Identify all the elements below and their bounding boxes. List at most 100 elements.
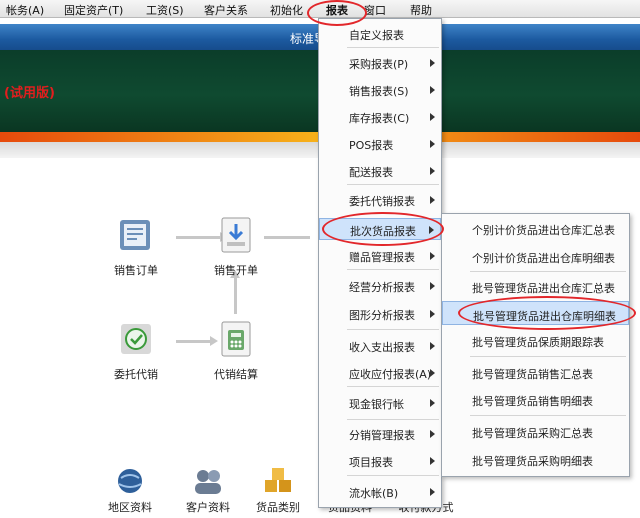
menu-item-label: 收入支出报表 <box>349 341 415 354</box>
node-consignment[interactable]: 委托代销 <box>96 318 176 382</box>
consignment-icon <box>115 318 157 360</box>
submenu-item-individual-detail[interactable]: 个别计价货品进出仓库明细表 <box>442 244 629 268</box>
menu-separator <box>347 329 439 330</box>
submenu-item-batch-shelf-life[interactable]: 批号管理货品保质期跟踪表 <box>442 328 629 352</box>
submenu-item-batch-sales-detail[interactable]: 批号管理货品销售明细表 <box>442 387 629 411</box>
menu-item-receivable-payable[interactable]: 应收应付报表(A) <box>319 362 441 384</box>
menu-separator <box>347 47 439 48</box>
menu-separator <box>347 269 439 270</box>
submenu-item-label: 批号管理货品采购汇总表 <box>472 427 593 440</box>
shortcut-region[interactable]: 地区资料 <box>90 466 170 515</box>
shortcut-customer[interactable]: 客户资料 <box>168 466 248 515</box>
submenu-arrow-icon <box>430 140 435 148</box>
users-icon <box>191 466 225 496</box>
trial-label: (试用版) <box>4 86 55 101</box>
settlement-icon <box>215 318 257 360</box>
submenu-separator <box>470 271 626 272</box>
menu-initialize[interactable]: 初始化 <box>270 2 303 18</box>
menu-payroll[interactable]: 工资(S) <box>146 2 184 18</box>
node-label: 代销结算 <box>214 368 258 381</box>
menu-item-label: 经营分析报表 <box>349 281 415 294</box>
submenu-item-batch-purchase-summary[interactable]: 批号管理货品采购汇总表 <box>442 419 629 443</box>
menu-item-inventory-report[interactable]: 库存报表(C) <box>319 106 441 128</box>
menu-separator <box>347 184 439 185</box>
submenu-separator <box>470 356 626 357</box>
submenu-item-label: 个别计价货品进出仓库汇总表 <box>472 224 615 237</box>
submenu-arrow-icon <box>430 457 435 465</box>
menu-item-project-report[interactable]: 项目报表 <box>319 450 441 472</box>
menu-item-label: 配送报表 <box>349 166 393 179</box>
menu-item-label: 流水帐(B) <box>349 487 399 500</box>
submenu-arrow-icon <box>430 310 435 318</box>
menu-item-delivery-report[interactable]: 配送报表 <box>319 160 441 182</box>
submenu-item-label: 批号管理货品进出仓库汇总表 <box>472 282 615 295</box>
menu-help[interactable]: 帮助 <box>410 2 432 18</box>
submenu-separator <box>470 415 626 416</box>
submenu-arrow-icon <box>430 399 435 407</box>
annotation-ring-reports-menu <box>307 0 367 26</box>
submenu-arrow-icon <box>430 369 435 377</box>
menu-item-income-expense[interactable]: 收入支出报表 <box>319 335 441 357</box>
shortcut-label: 地区资料 <box>108 501 152 514</box>
menu-item-gift-report[interactable]: 赠品管理报表 <box>319 245 441 267</box>
submenu-arrow-icon <box>430 86 435 94</box>
submenu-arrow-icon <box>430 282 435 290</box>
submenu-item-label: 批号管理货品保质期跟踪表 <box>472 336 604 349</box>
batch-goods-submenu: 个别计价货品进出仓库汇总表 个别计价货品进出仓库明细表 批号管理货品进出仓库汇总… <box>441 213 630 477</box>
submenu-arrow-icon <box>430 488 435 496</box>
menu-item-label: 自定义报表 <box>349 29 404 42</box>
annotation-ring-batch-report <box>322 212 444 246</box>
submenu-item-batch-purchase-detail[interactable]: 批号管理货品采购明细表 <box>442 447 629 471</box>
menu-fixed-assets[interactable]: 固定资产(T) <box>64 2 123 18</box>
reports-dropdown: 自定义报表 采购报表(P) 销售报表(S) 库存报表(C) POS报表 配送报表… <box>318 18 442 508</box>
menu-item-label: 项目报表 <box>349 456 393 469</box>
menu-item-label: 销售报表(S) <box>349 85 409 98</box>
menu-item-label: 委托代销报表 <box>349 195 415 208</box>
sales-invoice-icon <box>215 214 257 256</box>
menu-customer-relations[interactable]: 客户关系 <box>204 2 248 18</box>
submenu-item-individual-summary[interactable]: 个别计价货品进出仓库汇总表 <box>442 216 629 240</box>
submenu-item-label: 批号管理货品销售明细表 <box>472 395 593 408</box>
menu-window[interactable]: 窗口 <box>364 2 386 18</box>
node-consignment-settlement[interactable]: 代销结算 <box>196 318 276 382</box>
menu-item-label: 采购报表(P) <box>349 58 409 71</box>
menu-item-graphic-analysis[interactable]: 图形分析报表 <box>319 303 441 325</box>
menu-accounts[interactable]: 帐务(A) <box>6 2 44 18</box>
node-label: 销售开单 <box>214 264 258 277</box>
menu-item-journal[interactable]: 流水帐(B) <box>319 481 441 503</box>
submenu-arrow-icon <box>430 430 435 438</box>
submenu-item-label: 批号管理货品销售汇总表 <box>472 368 593 381</box>
node-label: 委托代销 <box>114 368 158 381</box>
menu-item-consignment-report[interactable]: 委托代销报表 <box>319 189 441 211</box>
submenu-item-label: 个别计价货品进出仓库明细表 <box>472 252 615 265</box>
menu-item-pos-report[interactable]: POS报表 <box>319 133 441 155</box>
menu-item-label: 分销管理报表 <box>349 429 415 442</box>
node-sales-invoice[interactable]: 销售开单 <box>196 214 276 278</box>
submenu-item-batch-inout-summary[interactable]: 批号管理货品进出仓库汇总表 <box>442 274 629 298</box>
menu-item-sales-report[interactable]: 销售报表(S) <box>319 79 441 101</box>
submenu-arrow-icon <box>430 113 435 121</box>
menu-item-label: 赠品管理报表 <box>349 251 415 264</box>
menu-separator <box>347 419 439 420</box>
submenu-item-batch-sales-summary[interactable]: 批号管理货品销售汇总表 <box>442 360 629 384</box>
menu-item-custom-report[interactable]: 自定义报表 <box>319 23 441 45</box>
submenu-arrow-icon <box>430 167 435 175</box>
submenu-arrow-icon <box>430 196 435 204</box>
sales-order-icon <box>115 214 157 256</box>
menu-item-label: POS报表 <box>349 139 394 152</box>
annotation-ring-batch-detail <box>458 296 636 330</box>
menu-item-purchase-report[interactable]: 采购报表(P) <box>319 52 441 74</box>
menu-item-label: 图形分析报表 <box>349 309 415 322</box>
submenu-arrow-icon <box>430 252 435 260</box>
shortcut-label: 客户资料 <box>186 501 230 514</box>
shortcut-category[interactable]: 货品类别 <box>238 466 318 515</box>
node-label: 销售订单 <box>114 264 158 277</box>
submenu-arrow-icon <box>430 342 435 350</box>
menu-separator <box>347 386 439 387</box>
menu-item-business-analysis[interactable]: 经营分析报表 <box>319 275 441 297</box>
menu-separator <box>347 475 439 476</box>
connector-line <box>234 278 237 314</box>
node-sales-order[interactable]: 销售订单 <box>96 214 176 278</box>
menu-item-distribution-report[interactable]: 分销管理报表 <box>319 423 441 445</box>
menu-item-cash-bank[interactable]: 现金银行帐 <box>319 392 441 414</box>
